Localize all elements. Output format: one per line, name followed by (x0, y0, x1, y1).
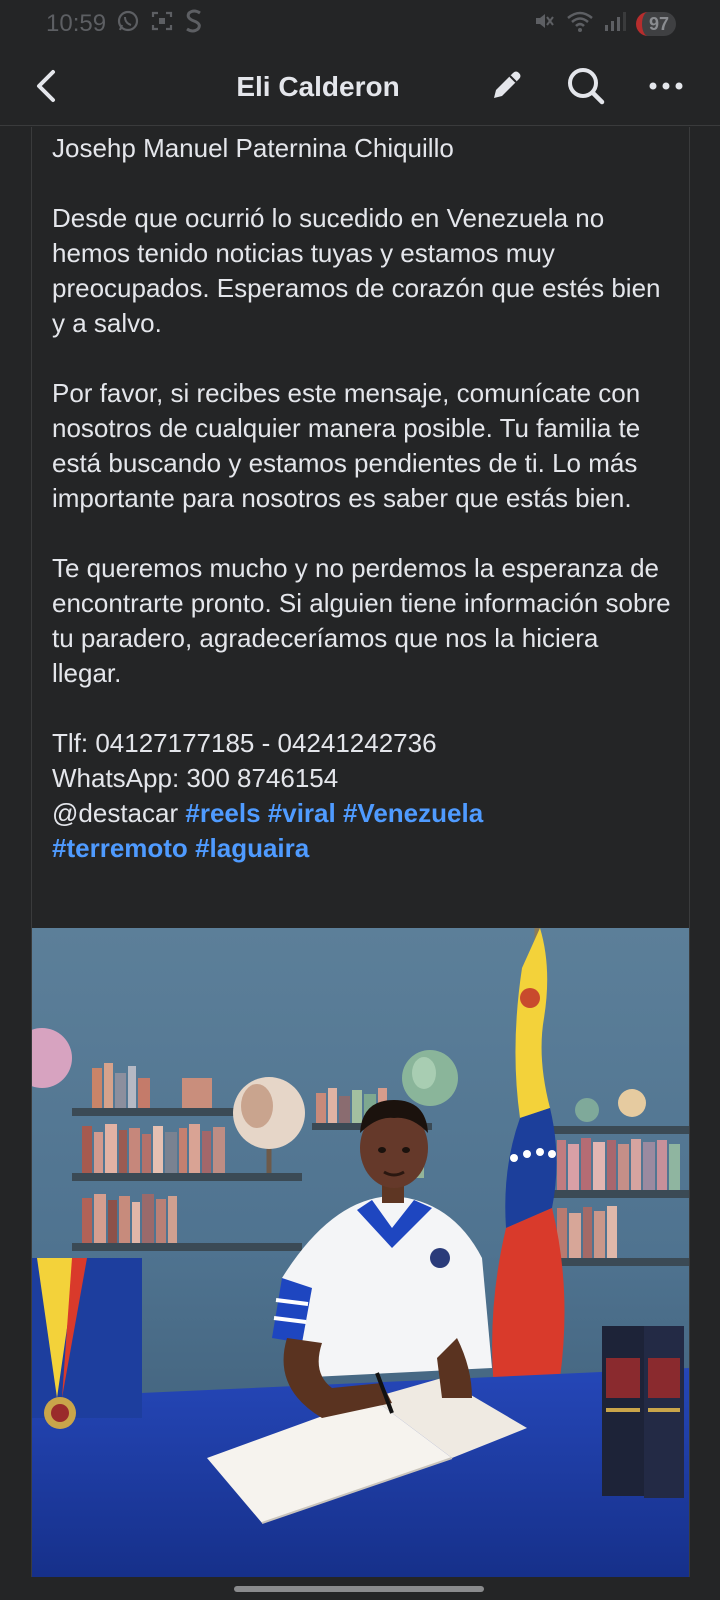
hashtag-viral[interactable]: #viral (268, 798, 336, 828)
post-paragraph: Desde que ocurrió lo sucedido en Venezue… (52, 203, 661, 338)
search-button[interactable] (562, 62, 610, 110)
hashtag-reels[interactable]: #reels (185, 798, 260, 828)
whatsapp-line: WhatsApp: 300 8746154 (52, 763, 339, 793)
page-title: Eli Calderon (236, 70, 400, 102)
post-text: Josehp Manuel Paternina Chiquillo Desde … (32, 127, 689, 866)
status-right: 97 (532, 9, 676, 40)
app-header: Eli Calderon (0, 48, 720, 126)
screenshot-icon (150, 9, 174, 39)
status-bar: 10:59 97 (0, 0, 720, 48)
hashtag-venezuela[interactable]: #Venezuela (343, 798, 483, 828)
law-books (602, 1326, 684, 1498)
more-options-button[interactable] (642, 62, 690, 110)
mute-icon (532, 9, 556, 40)
post-paragraph-name: Josehp Manuel Paternina Chiquillo (52, 133, 454, 163)
hashtag-laguaira[interactable]: #laguaira (195, 833, 309, 863)
post-card: Josehp Manuel Paternina Chiquillo Desde … (31, 127, 690, 1577)
photo-graduate-signing (32, 928, 689, 1577)
status-left: 10:59 (46, 8, 204, 40)
pencil-icon (494, 71, 521, 98)
post-photo[interactable] (32, 928, 689, 1577)
s-app-icon (184, 8, 204, 40)
whatsapp-icon (116, 9, 140, 39)
home-indicator[interactable] (234, 1586, 484, 1592)
hashtag-terremoto[interactable]: #terremoto (52, 833, 188, 863)
mention-destacar[interactable]: @destacar (52, 798, 178, 828)
post-paragraph: Te queremos mucho y no perdemos la esper… (52, 553, 671, 688)
phone-line: Tlf: 04127177185 - 04241242736 (52, 728, 437, 758)
battery-indicator: 97 (636, 12, 676, 36)
post-contact-block: Tlf: 04127177185 - 04241242736 WhatsApp:… (52, 726, 671, 866)
wifi-icon (566, 9, 594, 40)
edit-button[interactable] (482, 62, 530, 110)
bachiller-medal (32, 1258, 142, 1429)
search-icon (568, 68, 605, 105)
signal-icon (604, 10, 626, 39)
status-time: 10:59 (46, 10, 107, 37)
post-paragraph: Por favor, si recibes este mensaje, comu… (52, 378, 641, 513)
more-icon (649, 82, 683, 90)
